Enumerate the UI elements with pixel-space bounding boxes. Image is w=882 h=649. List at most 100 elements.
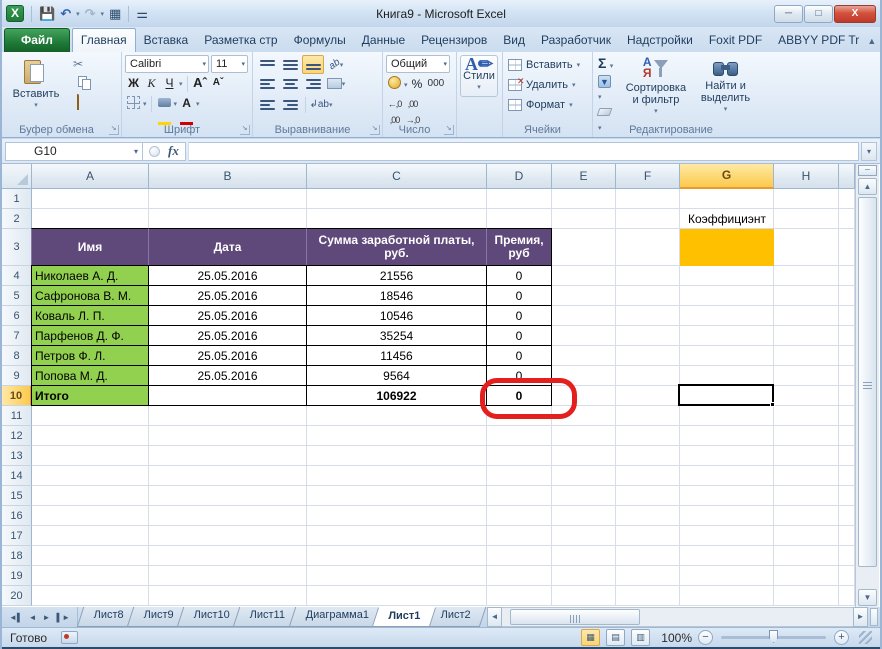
cell-premium-row6[interactable]: 0: [486, 305, 552, 326]
merge-center-button[interactable]: ▾: [325, 74, 347, 93]
underline-button[interactable]: Ч: [161, 75, 178, 92]
align-top-button[interactable]: [256, 55, 278, 74]
cell-name-row6[interactable]: Коваль Л. П.: [31, 305, 149, 326]
cell-name-row4[interactable]: Николаев А. Д.: [31, 265, 149, 286]
row-header-11[interactable]: 11: [2, 406, 32, 426]
fill-handle[interactable]: [770, 402, 775, 407]
zoom-slider-thumb[interactable]: [769, 630, 778, 643]
increase-indent-button[interactable]: [279, 95, 301, 114]
column-header-C[interactable]: C: [307, 164, 487, 189]
row-header-14[interactable]: 14: [2, 466, 32, 486]
row-header-16[interactable]: 16: [2, 506, 32, 526]
vertical-scrollbar[interactable]: ─ ▲ ▼: [855, 164, 879, 607]
font-color-button[interactable]: А: [178, 95, 195, 112]
normal-view-button[interactable]: ▦: [581, 629, 600, 646]
align-center-button[interactable]: [279, 74, 301, 93]
split-box[interactable]: ─: [858, 165, 877, 176]
excel-logo-icon[interactable]: X: [6, 5, 24, 22]
undo-dropdown-icon[interactable]: ▾: [76, 10, 80, 18]
horizontal-scrollbar[interactable]: ◄ ►: [487, 607, 880, 627]
cell-name-row9[interactable]: Попова М. Д.: [31, 365, 149, 386]
row-header-18[interactable]: 18: [2, 546, 32, 566]
row-header-4[interactable]: 4: [2, 266, 32, 286]
column-header-F[interactable]: F: [616, 164, 680, 189]
comma-style-button[interactable]: 000: [427, 76, 446, 93]
cell-name-row8[interactable]: Петров Ф. Л.: [31, 345, 149, 366]
column-header-D[interactable]: D: [487, 164, 552, 189]
row-header-7[interactable]: 7: [2, 326, 32, 346]
save-icon[interactable]: 💾: [39, 5, 55, 22]
page-layout-view-button[interactable]: ▤: [606, 629, 625, 646]
sheet-tab-диаграмма1[interactable]: Диаграмма1: [288, 607, 384, 627]
column-header-H[interactable]: H: [774, 164, 839, 189]
row-header-19[interactable]: 19: [2, 566, 32, 586]
cell-premium-row8[interactable]: 0: [486, 345, 552, 366]
tab-рецензиров[interactable]: Рецензиров: [413, 29, 495, 52]
row-header-2[interactable]: 2: [2, 209, 32, 229]
font-size-select[interactable]: 11▾: [211, 55, 248, 73]
restore-button[interactable]: □: [804, 5, 833, 23]
horizontal-scroll-thumb[interactable]: [510, 609, 640, 625]
orientation-button[interactable]: ab▾: [325, 55, 347, 74]
tab-данные[interactable]: Данные: [354, 29, 413, 52]
tab-надстройки[interactable]: Надстройки: [619, 29, 701, 52]
cell-date-row5[interactable]: 25.05.2016: [148, 285, 307, 306]
column-header-E[interactable]: E: [552, 164, 616, 189]
prev-sheet-icon[interactable]: ◄: [27, 613, 39, 622]
redo-dropdown-icon[interactable]: ▾: [101, 10, 105, 18]
scroll-left-icon[interactable]: ◄: [487, 607, 502, 627]
cell-date-row9[interactable]: 25.05.2016: [148, 365, 307, 386]
cell-salary-row7[interactable]: 35254: [306, 325, 487, 346]
cell-total-b10[interactable]: [148, 385, 307, 406]
font-dialog-launcher-icon[interactable]: ↘: [240, 125, 250, 135]
table-header-b[interactable]: Дата: [148, 228, 307, 266]
column-header-partial[interactable]: [839, 164, 855, 189]
alignment-dialog-launcher-icon[interactable]: ↘: [370, 125, 380, 135]
name-box[interactable]: G10▾: [5, 142, 143, 161]
clipboard-dialog-launcher-icon[interactable]: ↘: [109, 125, 119, 135]
tab-abbyy-pdf-tr[interactable]: ABBYY PDF Tr: [770, 29, 867, 52]
tab-разработчик[interactable]: Разработчик: [533, 29, 619, 52]
scroll-down-icon[interactable]: ▼: [858, 589, 877, 606]
align-bottom-button[interactable]: [302, 55, 324, 74]
tab-вставка[interactable]: Вставка: [136, 29, 197, 52]
align-left-button[interactable]: [256, 74, 278, 93]
scroll-up-icon[interactable]: ▲: [858, 178, 877, 195]
expand-formula-bar-icon[interactable]: ▾: [861, 142, 877, 161]
row-header-15[interactable]: 15: [2, 486, 32, 506]
format-painter-icon[interactable]: [69, 95, 87, 111]
grow-font-button[interactable]: Аˆ: [192, 75, 209, 92]
align-right-button[interactable]: [302, 74, 324, 93]
cancel-enter-buttons[interactable]: [149, 146, 160, 157]
copy-icon[interactable]: [69, 76, 87, 92]
cell-salary-row6[interactable]: 10546: [306, 305, 487, 326]
cell-date-row7[interactable]: 25.05.2016: [148, 325, 307, 346]
close-button[interactable]: X: [834, 5, 876, 23]
row-header-9[interactable]: 9: [2, 366, 32, 386]
column-header-B[interactable]: B: [149, 164, 307, 189]
select-all-corner[interactable]: [2, 164, 32, 189]
scroll-right-icon[interactable]: ►: [853, 607, 868, 627]
cell-date-row4[interactable]: 25.05.2016: [148, 265, 307, 286]
cell-salary-row5[interactable]: 18546: [306, 285, 487, 306]
active-cell-selection[interactable]: [678, 384, 774, 406]
row-header-5[interactable]: 5: [2, 286, 32, 306]
zoom-in-icon[interactable]: +: [834, 630, 849, 645]
table-header-d[interactable]: Премия, руб: [486, 228, 552, 266]
accounting-format-button[interactable]: [386, 76, 403, 93]
cell-date-row8[interactable]: 25.05.2016: [148, 345, 307, 366]
customize-qat-icon[interactable]: ⚌: [136, 5, 148, 22]
tab-split-handle[interactable]: [870, 608, 878, 626]
styles-button[interactable]: A✏ Стили ▾: [460, 55, 498, 97]
cell-premium-row4[interactable]: 0: [486, 265, 552, 286]
tab-foxit-pdf[interactable]: Foxit PDF: [701, 29, 770, 52]
zoom-level[interactable]: 100%: [656, 631, 692, 645]
italic-button[interactable]: К: [143, 75, 160, 92]
font-name-select[interactable]: Calibri▾: [125, 55, 209, 73]
increase-decimal-button[interactable]: ←,0,00: [386, 96, 403, 113]
fill-button[interactable]: ▼ ▾: [598, 74, 617, 102]
last-sheet-icon[interactable]: ▌►: [54, 613, 72, 622]
sort-filter-button[interactable]: А Я Сортировка и фильтр ▾: [621, 55, 691, 133]
tab-главная[interactable]: Главная: [72, 28, 136, 52]
cell-date-row6[interactable]: 25.05.2016: [148, 305, 307, 326]
